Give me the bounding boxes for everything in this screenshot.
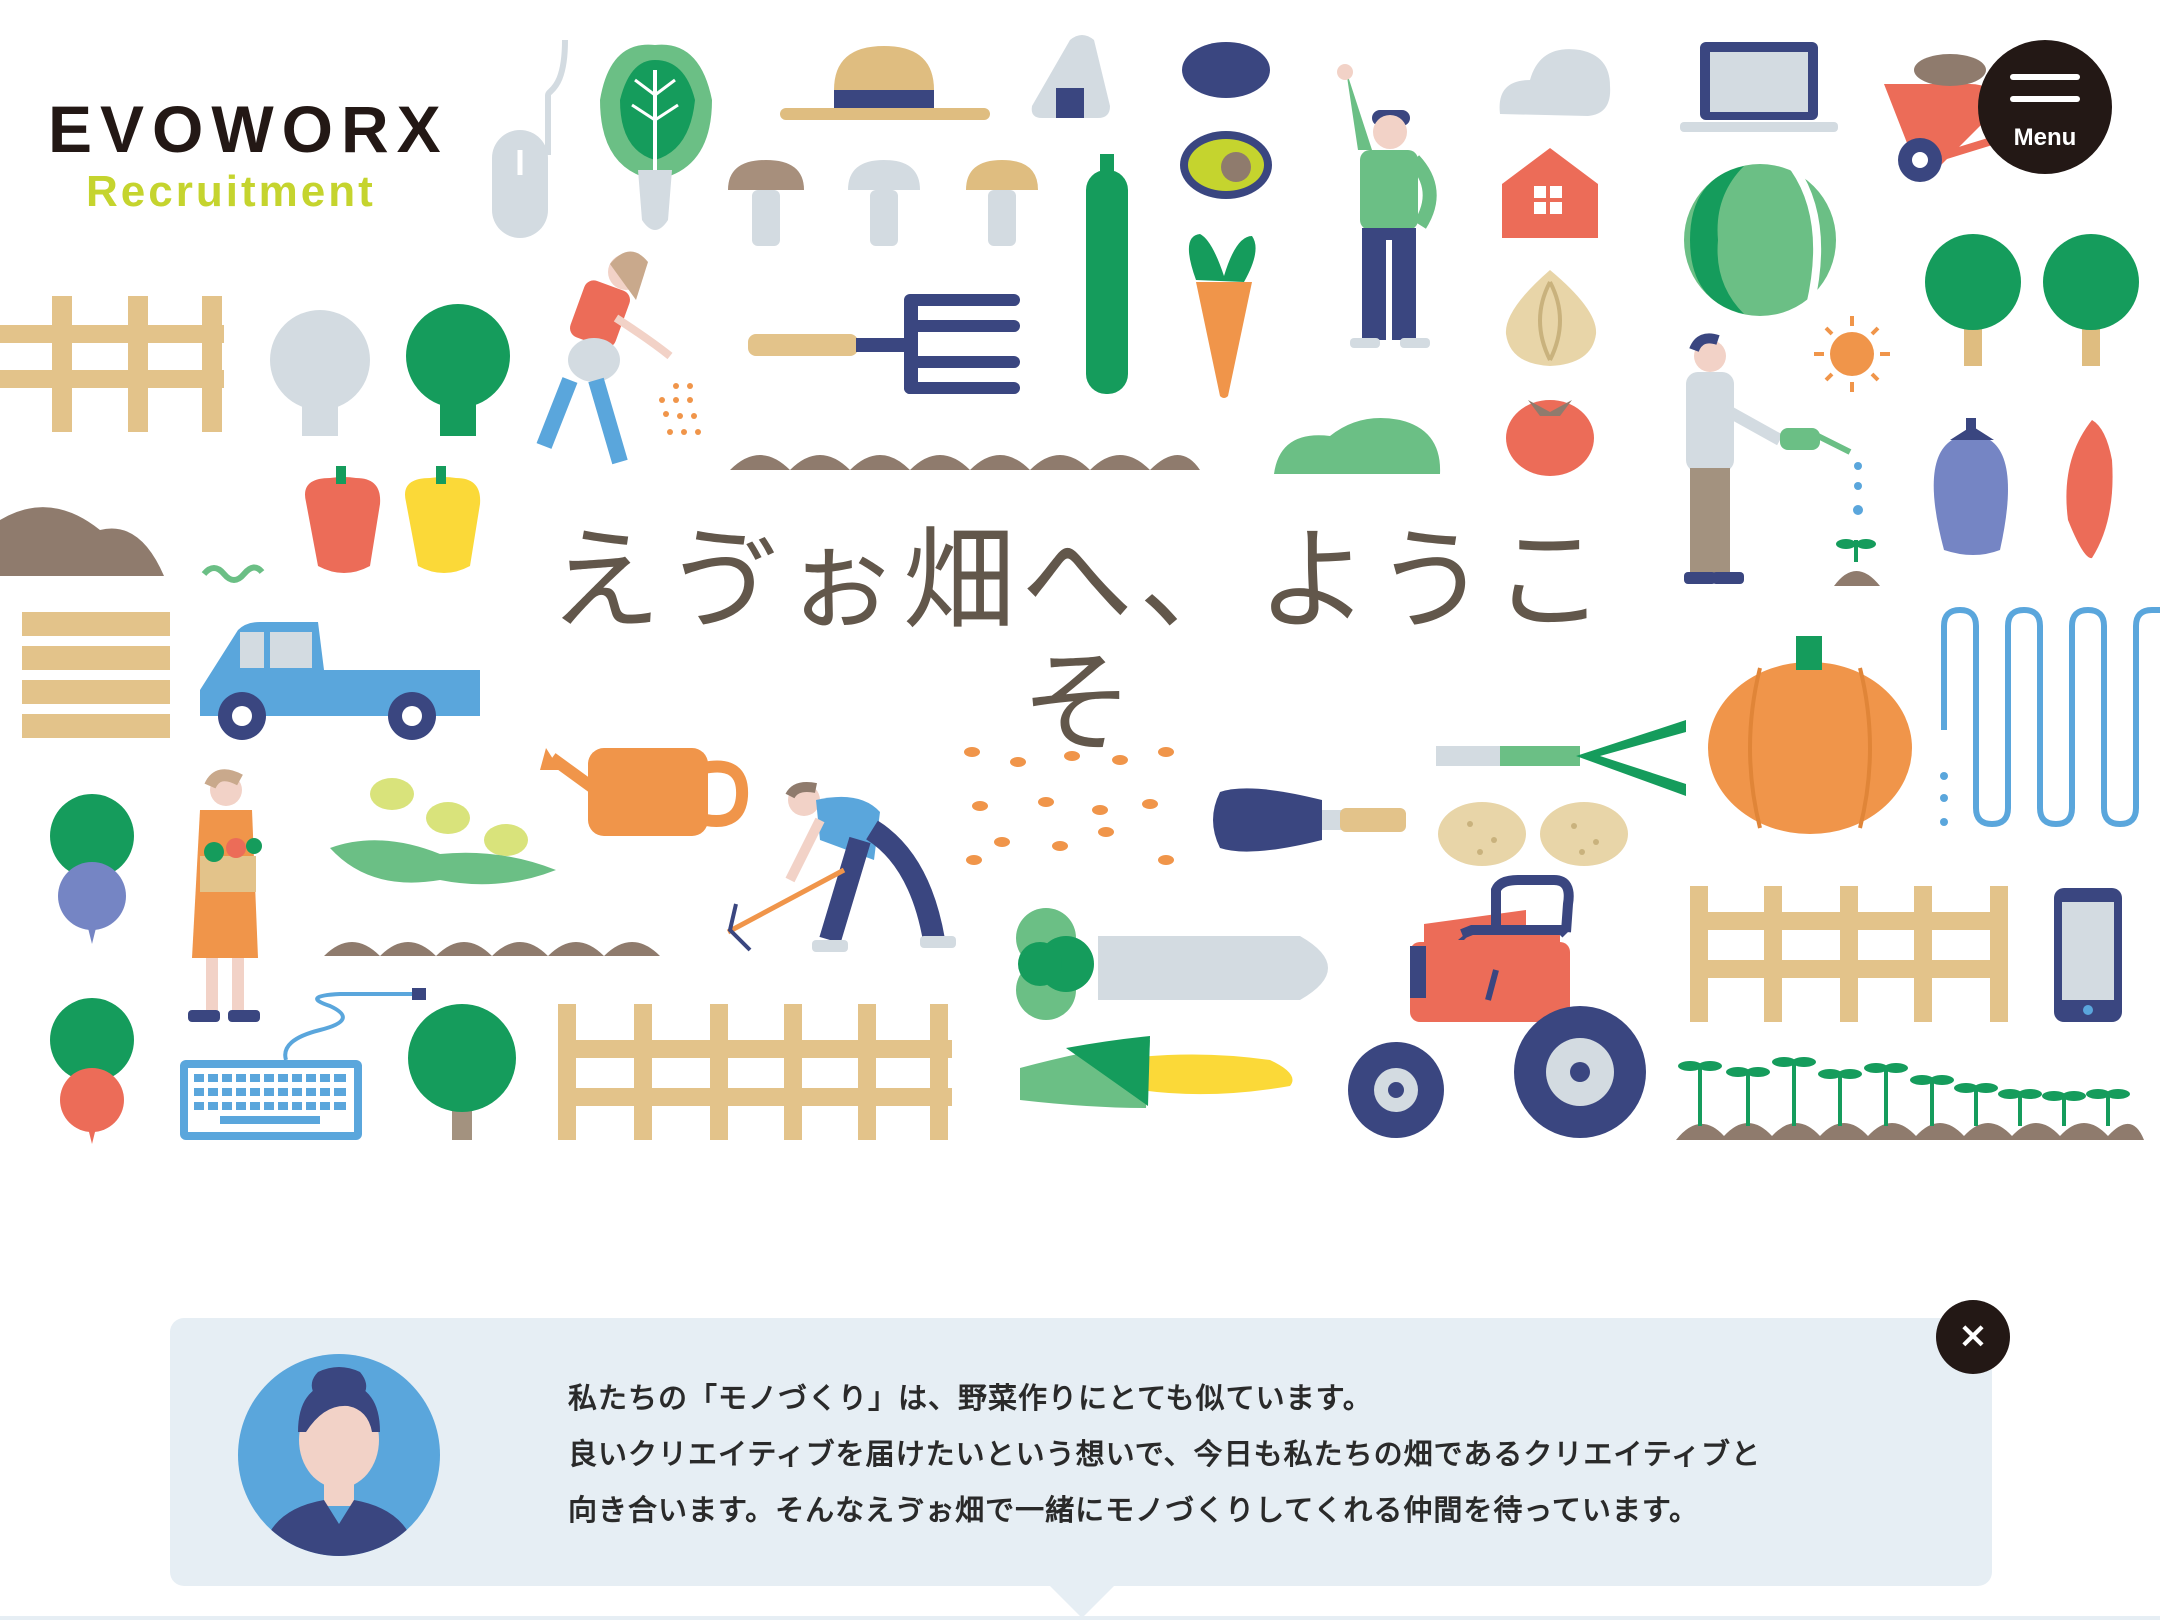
tree-icon (408, 1004, 516, 1140)
cauliflower-icon (270, 310, 370, 436)
fence-icon (1690, 886, 2008, 1022)
sun-icon (1814, 316, 1890, 392)
panel-pointer (1048, 1584, 1116, 1618)
seedling-row (1676, 1057, 2144, 1140)
woman-with-basket-illustration (188, 769, 262, 1022)
sprout-icon (1834, 539, 1880, 586)
tractor-icon (1348, 875, 1646, 1138)
page: EVOWORX Recruitment Menu えゔぉ畑へ、ようこそ 私たちの… (0, 0, 2160, 1620)
waving-man-illustration (1337, 64, 1437, 348)
woman-sowing-illustration (536, 251, 673, 465)
potato-icons (1438, 802, 1628, 866)
mushroom-icons (728, 160, 1038, 246)
tomato-icon (1506, 400, 1594, 476)
smartphone-icon (2054, 888, 2122, 1022)
staff-avatar (238, 1354, 440, 1556)
water-drops-icon (1853, 462, 1863, 515)
corn-icon (1020, 1036, 1293, 1108)
menu-label: Menu (2013, 124, 2077, 151)
onion-icon (1505, 270, 1597, 366)
avocado-icon (1180, 131, 1272, 199)
bell-pepper-icons (305, 466, 481, 573)
cloud-icon (1499, 49, 1611, 117)
hero-welcome-title: えゔぉ畑へ、ようこそ (549, 516, 1611, 770)
cucumber-icon (1086, 154, 1128, 394)
hamburger-icon (2010, 74, 2080, 80)
site-logo[interactable]: EVOWORX Recruitment (48, 96, 449, 214)
fence-icon (558, 1004, 952, 1140)
irrigation-hose-icon (1940, 606, 2160, 828)
close-button[interactable]: × (1936, 1300, 2010, 1374)
radish-icon (50, 998, 134, 1144)
bean-icon (1182, 42, 1270, 98)
trowel-icon (1213, 788, 1406, 852)
watermelon-icon (1684, 164, 1836, 316)
bottom-divider (0, 1616, 2160, 1620)
hamburger-icon (2010, 96, 2080, 102)
message-line: 良いクリエイティブを届けたいという想いで、今日も私たちの畑であるクリエイティブと (568, 1437, 1762, 1471)
pumpkin-icon (1708, 636, 1912, 834)
napa-cabbage-icon (600, 44, 712, 230)
message-text: 私たちの「モノづくり」は、野菜作りにとても似ています。 良いクリエイティブを届け… (568, 1370, 1948, 1538)
laptop-icon (1680, 42, 1838, 132)
straw-hat-icon (780, 46, 990, 120)
fence-icon (0, 296, 224, 432)
logo-subtitle: Recruitment (86, 167, 376, 216)
wooden-crate-icon (22, 612, 170, 738)
soil-mound-icon (0, 507, 164, 576)
man-hoeing-illustration (726, 782, 956, 952)
seeds-icon (659, 383, 701, 435)
logo-wordmark: EVOWORX (48, 92, 449, 166)
soil-row (730, 455, 1200, 470)
pickup-truck-icon (200, 622, 480, 740)
message-panel: 私たちの「モノづくり」は、野菜作りにとても似ています。 良いクリエイティブを届け… (170, 1318, 1992, 1586)
sweet-potato-icon (2066, 420, 2113, 559)
soil-row (324, 942, 660, 956)
house-icon (1502, 148, 1598, 238)
message-line: 私たちの「モノづくり」は、野菜作りにとても似ています。 (568, 1381, 1373, 1415)
menu-button[interactable]: Menu (1978, 40, 2112, 174)
edamame-icon (330, 778, 556, 885)
close-icon: × (1957, 1315, 1989, 1356)
eggplant-icon (1933, 418, 2008, 555)
earthworm-icon (201, 564, 265, 583)
beet-icon (50, 794, 134, 944)
bush-icon (1274, 418, 1441, 474)
pitchfork-icon (748, 294, 1020, 394)
carrot-icon (1188, 234, 1256, 398)
tree-icons (1925, 234, 2139, 366)
message-line: 向き合います。そんなえゔぉ畑で一緒にモノづくりしてくれる仲間を待っています。 (568, 1493, 1700, 1527)
broccoli-icon (406, 304, 510, 436)
daikon-radish-icon (1016, 908, 1328, 1020)
man-watering-illustration (1684, 333, 1852, 584)
rice-ball-icon (1031, 35, 1110, 118)
computer-mouse-icon (492, 39, 568, 238)
